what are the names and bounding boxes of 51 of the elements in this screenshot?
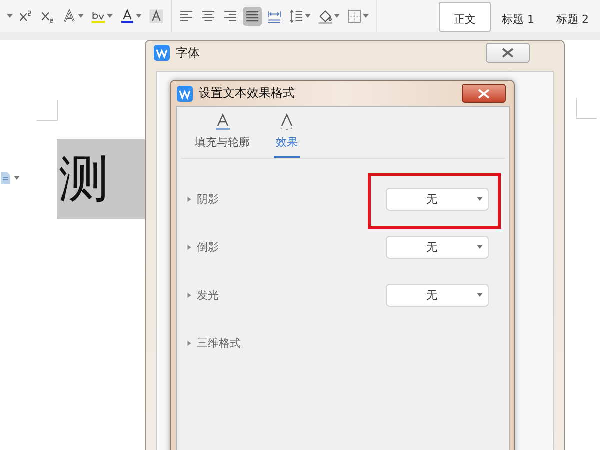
margin-corner-mark (576, 98, 597, 119)
section-header[interactable]: 阴影 (187, 192, 219, 206)
dropdown[interactable]: 无 (386, 236, 489, 258)
expand-arrow-icon[interactable] (187, 244, 192, 250)
align-right-icon[interactable] (223, 8, 238, 24)
borders-icon[interactable] (347, 8, 362, 24)
tab[interactable]: 效果 (274, 113, 300, 158)
dropdown-arrow-icon[interactable] (78, 14, 84, 18)
expand-arrow-icon[interactable] (187, 340, 192, 346)
dropdown-arrow-icon[interactable] (107, 14, 113, 18)
align-left-icon[interactable] (179, 8, 194, 24)
align-center-icon[interactable] (201, 8, 216, 24)
document-icon[interactable] (0, 172, 10, 184)
section-header[interactable]: 三维格式 (187, 336, 241, 350)
line-spacing-icon[interactable] (289, 8, 304, 24)
distribute-icon[interactable] (267, 8, 282, 24)
superscript-icon[interactable] (18, 8, 33, 24)
dialog-title: 字体 (176, 44, 200, 62)
app-logo-icon (154, 45, 170, 61)
close-icon[interactable] (502, 48, 514, 58)
justify-icon[interactable] (245, 8, 260, 24)
dropdown[interactable]: 无 (386, 188, 489, 210)
style-option[interactable]: 标题 2 (546, 2, 600, 32)
dropdown-arrow-icon[interactable] (477, 197, 483, 201)
margin-corner-mark (37, 100, 58, 121)
section-header[interactable]: 倒影 (187, 240, 219, 254)
section-header[interactable]: 发光 (187, 288, 219, 302)
dialog-title: 设置文本效果格式 (199, 85, 295, 102)
close-button[interactable] (486, 43, 530, 63)
dropdown-arrow-icon[interactable] (477, 245, 483, 249)
expand-arrow-icon[interactable] (187, 292, 192, 298)
char-shading-icon[interactable] (149, 8, 164, 24)
style-option[interactable]: 标题 1 (491, 2, 546, 32)
dropdown-arrow-icon[interactable] (305, 14, 311, 18)
dropdown-arrow-icon[interactable] (7, 14, 13, 18)
expand-arrow-icon[interactable] (187, 196, 192, 202)
dropdown-arrow-icon[interactable] (363, 14, 369, 18)
font-color-icon[interactable] (120, 8, 135, 24)
paint-bucket-icon[interactable] (318, 8, 333, 24)
style-option[interactable]: 正文 (439, 2, 491, 32)
dropdown-arrow-icon[interactable] (477, 293, 483, 297)
close-button[interactable] (462, 84, 506, 103)
dropdown-arrow-icon[interactable] (14, 176, 20, 180)
dropdown-arrow-icon[interactable] (136, 14, 142, 18)
document-text: 测 (58, 148, 109, 210)
letter-fill-icon[interactable] (214, 113, 232, 131)
app-logo-icon (177, 86, 193, 102)
dropdown[interactable]: 无 (386, 284, 489, 306)
tab[interactable]: 填充与轮廓 (193, 113, 252, 158)
outlined-letter-icon[interactable] (62, 8, 77, 24)
dropdown-arrow-icon[interactable] (334, 14, 340, 18)
